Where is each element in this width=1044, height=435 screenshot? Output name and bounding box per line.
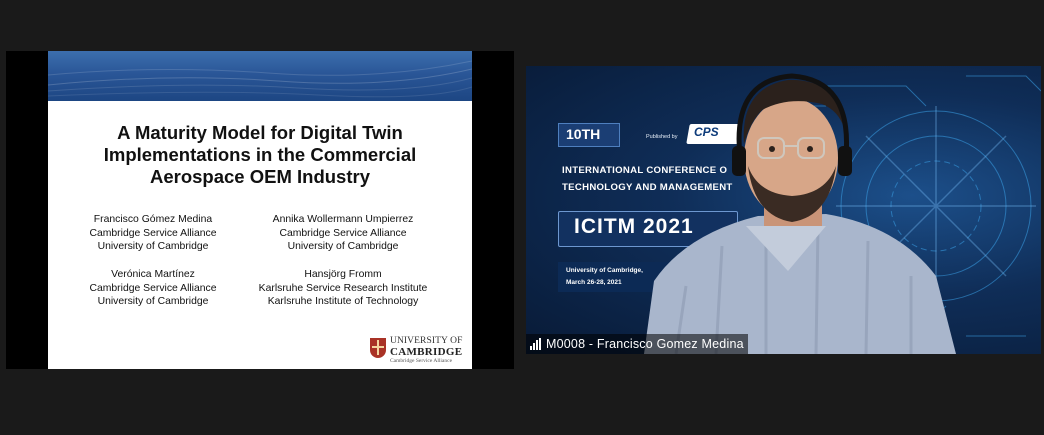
author-name: Hansjörg Fromm — [304, 269, 382, 280]
participant-name-tag: M0008 - Francisco Gomez Medina — [526, 334, 748, 354]
logo-line: Cambridge Service Alliance — [390, 358, 453, 364]
author-block: Hansjörg Fromm Karlsruhe Service Researc… — [248, 268, 438, 309]
author-institution: Karlsruhe Institute of Technology — [267, 296, 419, 307]
author-name: Verónica Martínez — [111, 269, 195, 280]
author-org: Cambridge Service Alliance — [89, 227, 217, 239]
slide-header-band — [48, 51, 472, 101]
author-org: Cambridge Service Alliance — [279, 227, 407, 239]
author-org: Karlsruhe Service Research Institute — [258, 282, 428, 294]
logo-line: CAMBRIDGE — [390, 346, 463, 358]
author-institution: University of Cambridge — [97, 241, 209, 252]
presentation-slide: A Maturity Model for Digital Twin Implem… — [48, 51, 472, 369]
slide-title: A Maturity Model for Digital Twin Implem… — [68, 122, 452, 188]
author-institution: University of Cambridge — [287, 241, 399, 252]
slide-band-pattern — [48, 60, 472, 98]
signal-strength-icon — [530, 338, 541, 350]
logo-line: UNIVERSITY OF — [390, 336, 463, 346]
cambridge-logo: UNIVERSITY OF CAMBRIDGE Cambridge Servic… — [366, 335, 472, 367]
author-name: Francisco Gómez Medina — [93, 214, 213, 225]
crest-icon — [370, 338, 386, 358]
presenter-video — [644, 73, 956, 354]
participant-name: M0008 - Francisco Gomez Medina — [546, 337, 744, 351]
author-block: Francisco Gómez Medina Cambridge Service… — [58, 213, 248, 254]
author-institution: University of Cambridge — [97, 296, 209, 307]
slide-title-line: Aerospace OEM Industry — [149, 166, 370, 187]
author-org: Cambridge Service Alliance — [89, 282, 217, 294]
author-block: Annika Wollermann Umpierrez Cambridge Se… — [248, 213, 438, 254]
participant-video-tile[interactable]: 10TH Published by CPS INTERNATIONAL CONF… — [526, 66, 1041, 354]
author-name: Annika Wollermann Umpierrez — [272, 214, 414, 225]
shared-screen-tile[interactable]: A Maturity Model for Digital Twin Implem… — [6, 51, 514, 369]
slide-title-line: Implementations in the Commercial — [103, 144, 417, 165]
author-block: Verónica Martínez Cambridge Service Alli… — [58, 268, 248, 309]
slide-title-line: A Maturity Model for Digital Twin — [117, 122, 403, 143]
